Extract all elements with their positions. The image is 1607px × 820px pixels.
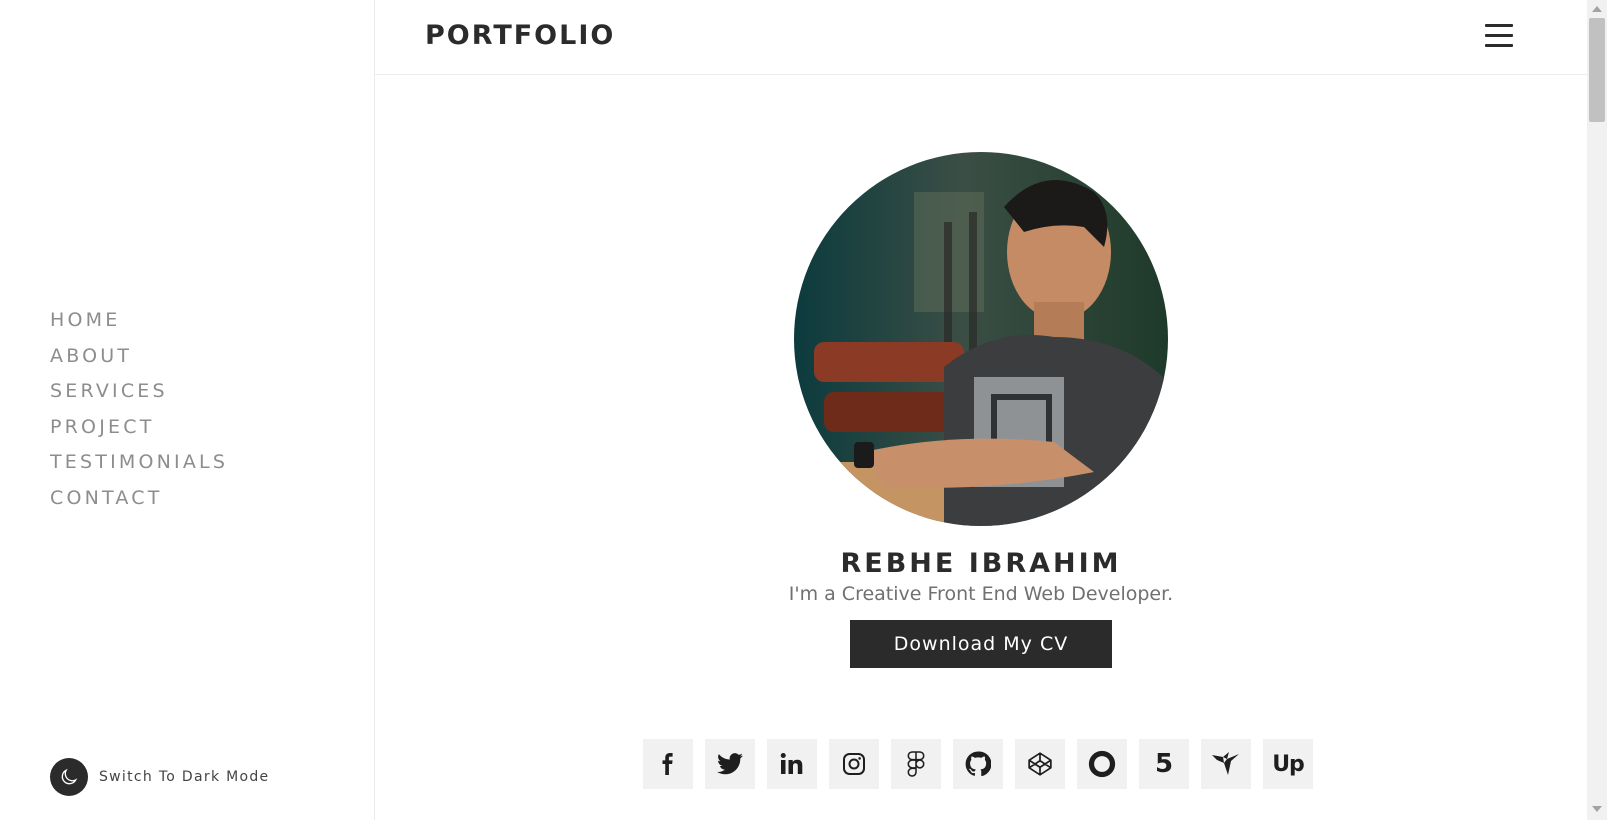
facebook-icon[interactable] <box>643 739 693 789</box>
instagram-icon[interactable] <box>829 739 879 789</box>
500px-icon[interactable]: 5 <box>1139 739 1189 789</box>
nav-item-testimonials[interactable]: TESTIMONIALS <box>50 450 228 486</box>
codepen-icon[interactable] <box>1015 739 1065 789</box>
nav-item-services[interactable]: SERVICES <box>50 379 228 415</box>
nav-item-home[interactable]: HOME <box>50 308 228 344</box>
moon-icon <box>50 758 88 796</box>
scroll-down-arrow-icon[interactable] <box>1592 806 1602 812</box>
download-cv-button[interactable]: Download My CV <box>850 620 1112 668</box>
scrollbar-thumb[interactable] <box>1589 18 1605 122</box>
linkedin-icon[interactable] <box>767 739 817 789</box>
scrollbar[interactable] <box>1587 0 1607 820</box>
nav-item-project[interactable]: PROJECT <box>50 415 228 451</box>
freelancer-icon[interactable] <box>1201 739 1251 789</box>
top-header: PORTFOLIO <box>375 0 1587 75</box>
github-icon[interactable] <box>953 739 1003 789</box>
profile-photo <box>794 152 1168 526</box>
twitter-icon[interactable] <box>705 739 755 789</box>
dark-mode-label: Switch To Dark Mode <box>99 769 270 785</box>
nav-item-about[interactable]: ABOUT <box>50 344 228 380</box>
social-links: 5 Up <box>643 739 1313 789</box>
sidebar-nav: HOME ABOUT SERVICES PROJECT TESTIMONIALS… <box>50 308 228 521</box>
figma-icon[interactable] <box>891 739 941 789</box>
profile-name: REBHE IBRAHIM <box>840 548 1122 579</box>
hamburger-menu-icon[interactable] <box>1485 24 1513 50</box>
dark-mode-toggle[interactable]: Switch To Dark Mode <box>50 758 269 796</box>
profile-tagline: I'm a Creative Front End Web Developer. <box>788 583 1174 605</box>
nav-item-contact[interactable]: CONTACT <box>50 486 228 522</box>
opencollective-icon[interactable] <box>1077 739 1127 789</box>
scroll-up-arrow-icon[interactable] <box>1592 6 1602 12</box>
sidebar: HOME ABOUT SERVICES PROJECT TESTIMONIALS… <box>0 0 375 820</box>
upwork-icon[interactable]: Up <box>1263 739 1313 789</box>
brand-logo[interactable]: PORTFOLIO <box>425 20 615 51</box>
